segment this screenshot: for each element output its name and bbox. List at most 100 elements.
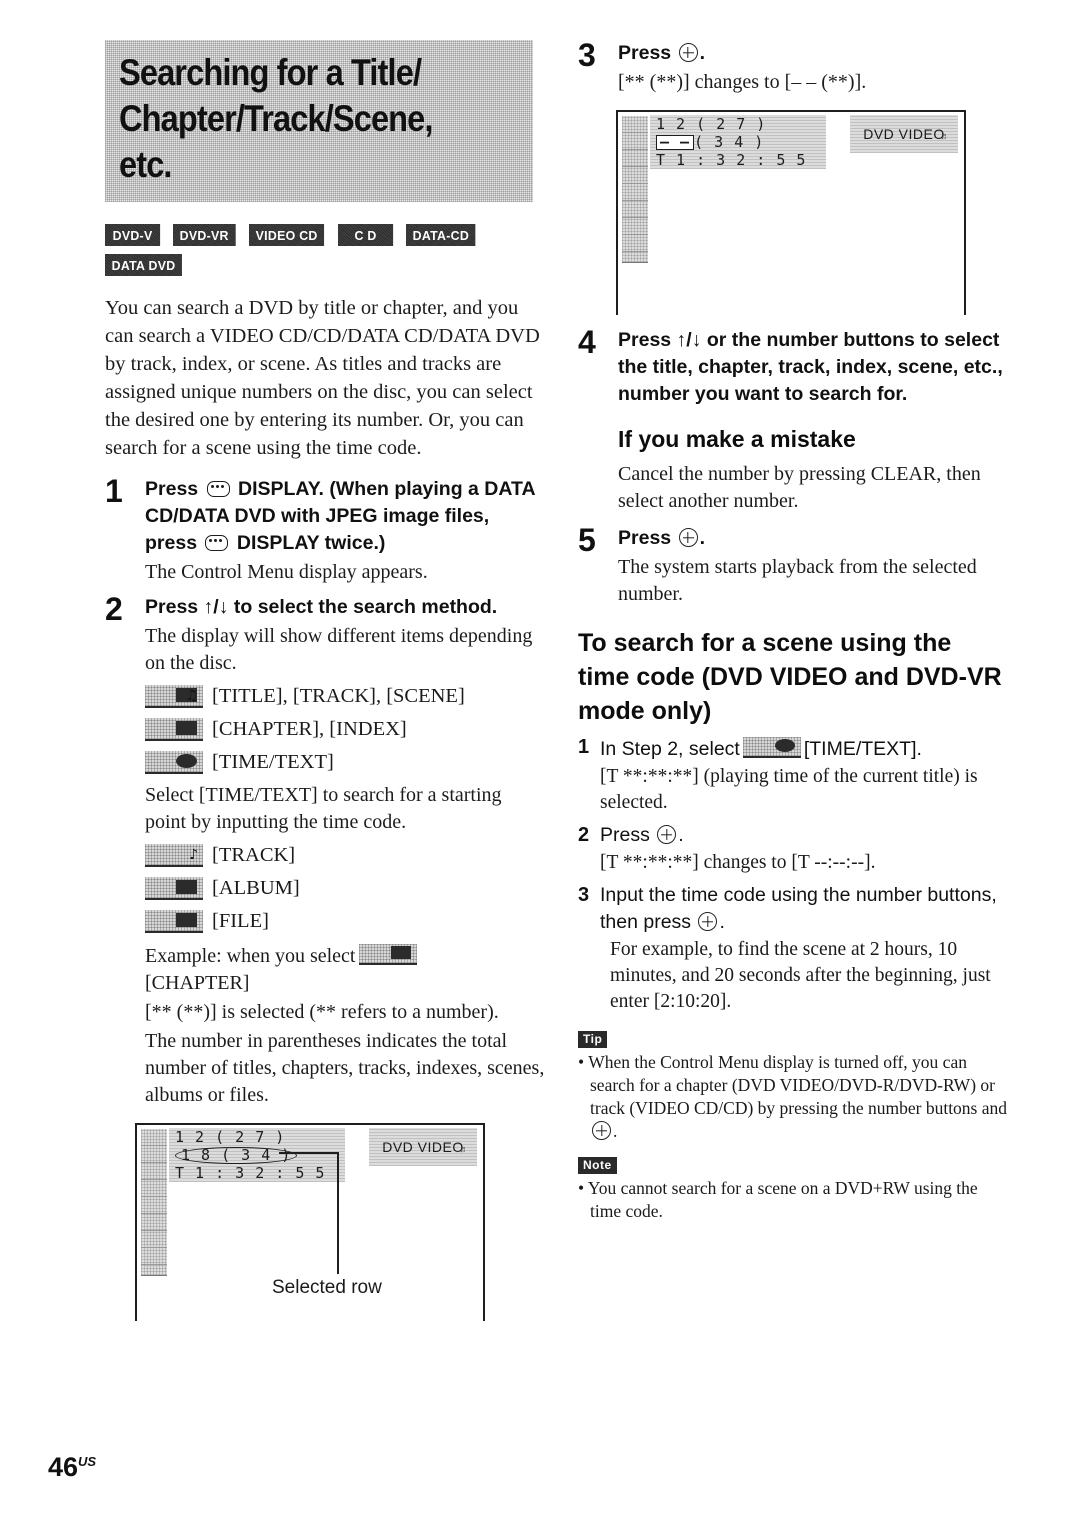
title-track-scene-icon: ♫ <box>145 685 203 708</box>
badge-cd: C D <box>338 224 393 246</box>
search-method-label-time: [TIME/TEXT] <box>212 751 334 773</box>
timecode-substep-1: 1 In Step 2, select [TIME/TEXT]. [T **:**… <box>578 734 1008 816</box>
search-method-label-track: [TRACK] <box>212 844 296 866</box>
tv2-row-1: 1 2 ( 2 7 ) <box>656 115 767 133</box>
tv1-row-1: 1 2 ( 2 7 ) <box>175 1128 286 1146</box>
time-text-inline-icon <box>742 737 801 758</box>
timecode-substep-3-description: For example, to find the scene at 2 hour… <box>610 939 991 1012</box>
timecode-substep-3-title: Input the time code using the number but… <box>600 882 1008 936</box>
timecode-sub3-text-a: Input the time code using the number but… <box>600 884 997 933</box>
timecode-substep-3: 3 Input the time code using the number b… <box>578 882 1008 1015</box>
mistake-block: If you make a mistake Cancel the number … <box>578 424 1008 515</box>
callout-label-selected-row: Selected row <box>272 1277 382 1298</box>
step-3-body: Press . [** (**)] changes to [– – (**)]. <box>618 40 1008 96</box>
search-method-label-chapter: [CHAPTER], [INDEX] <box>212 718 407 740</box>
search-method-label-album: [ALBUM] <box>212 877 300 899</box>
step-1-title-a: Press <box>145 478 199 500</box>
step-5-body: Press . The system starts playback from … <box>618 525 1008 608</box>
tv2-row-2-highlight: – – <box>656 135 695 150</box>
file-icon <box>145 910 203 933</box>
control-menu-sidebar-2 <box>622 116 648 263</box>
step-1: 1 Press DISPLAY. (When playing a DATA CD… <box>105 473 545 586</box>
timecode-substep-2-body: Press . [T **:**:**] changes to [T --:--… <box>600 822 1008 876</box>
folio-number: 46 <box>48 1452 79 1482</box>
timecode-substep-1-title: In Step 2, select [TIME/TEXT]. <box>600 734 1008 763</box>
disc-badge-row-1: DVD-V DVD-VR VIDEO CD C D DATA-CD <box>105 224 545 246</box>
step-1-description: The Control Menu display appears. <box>145 561 428 583</box>
search-method-row-album: [ALBUM] <box>145 875 545 902</box>
step-4-number: 4 <box>578 324 596 360</box>
left-column: Searching for a Title/ Chapter/Track/Sce… <box>105 40 545 1331</box>
mistake-heading: If you make a mistake <box>618 426 856 452</box>
step-3-title-text: Press <box>618 42 672 64</box>
step-2-body: Press ↑/↓ to select the search method. T… <box>145 594 545 1109</box>
control-menu-sidebar <box>141 1129 167 1276</box>
chapter-index-icon <box>145 718 203 741</box>
time-text-icon <box>145 751 203 774</box>
search-method-label-title: [TITLE], [TRACK], [SCENE] <box>212 685 465 707</box>
intro-paragraph: You can search a DVD by title or chapter… <box>105 297 540 459</box>
step-1-title: Press DISPLAY. (When playing a DATA CD/D… <box>145 476 545 557</box>
tip-tag: Tip <box>578 1031 608 1048</box>
page-title-line-1: Searching for a Title/ <box>119 52 422 93</box>
tip-body: • When the Control Menu display is turne… <box>578 1052 1008 1141</box>
control-menu-rows-2: 1 2 ( 2 7 ) – –( 3 4 ) T 1 : 3 2 : 5 5 <box>650 115 826 169</box>
step-5-number: 5 <box>578 522 596 558</box>
timecode-sub2-text-b: . <box>678 824 684 846</box>
tv1-disc-label: DVD VIDEO <box>382 1139 464 1155</box>
timecode-substep-1-number: 1 <box>578 736 590 758</box>
step-5-title-tail: . <box>699 527 705 549</box>
search-method-row-track: ♪ [TRACK] <box>145 842 545 869</box>
time-text-note: Select [TIME/TEXT] to search for a start… <box>145 784 502 833</box>
step-2-description: The display will show different items de… <box>145 625 533 674</box>
timecode-substep-3-body: Input the time code using the number but… <box>600 882 1008 1015</box>
speaker-icon: ♬ <box>459 1144 469 1154</box>
timecode-sub2-text-a: Press <box>600 824 650 846</box>
timecode-substep-3-number: 3 <box>578 884 590 906</box>
example-text-a: Example: when you select <box>145 945 356 967</box>
example-line-2: [CHAPTER] <box>145 972 250 994</box>
badge-video-cd: VIDEO CD <box>249 224 324 246</box>
step-3-title-tail: . <box>699 42 705 64</box>
example-line-4: The number in parentheses indicates the … <box>145 1030 545 1106</box>
example-line-1: Example: when you select <box>145 941 545 970</box>
step-3: 3 Press . [** (**)] changes to [– – (**)… <box>578 37 1008 96</box>
enter-button-icon-5 <box>592 1121 611 1140</box>
tv-illustration-dashes: 1 2 ( 2 7 ) – –( 3 4 ) T 1 : 3 2 : 5 5 ♬… <box>616 110 966 315</box>
tv1-disc-label-box: ♬ DVD VIDEO <box>369 1128 477 1166</box>
folio-region: US <box>78 1454 97 1469</box>
page-title-line-2: Chapter/Track/Scene, <box>119 98 433 139</box>
step-1-number: 1 <box>105 473 123 509</box>
note-block: Note • You cannot search for a scene on … <box>578 1143 1008 1223</box>
timecode-substep-2-description: [T **:**:**] changes to [T --:--:--]. <box>600 852 876 873</box>
step-3-number: 3 <box>578 37 596 73</box>
tv1-row-3: T 1 : 3 2 : 5 5 <box>175 1164 326 1182</box>
example-line-3: [** (**)] is selected (** refers to a nu… <box>145 1001 499 1023</box>
timecode-substep-2-title: Press . <box>600 822 1008 849</box>
step-2-number: 2 <box>105 591 123 627</box>
search-method-label-file: [FILE] <box>212 910 269 932</box>
tv1-row-2: 1 8 ( 3 4 ) <box>175 1146 345 1164</box>
tv1-row-2-highlight: 1 8 ( 3 4 ) <box>175 1147 298 1164</box>
step-5-title-text: Press <box>618 527 672 549</box>
step-4-title: Press ↑/↓ or the number buttons to selec… <box>618 329 1003 405</box>
timecode-sub3-text-b: . <box>719 911 725 933</box>
enter-button-icon <box>678 43 698 62</box>
display-button-icon <box>206 481 230 497</box>
disc-badge-row-2: DATA DVD <box>105 254 545 276</box>
badge-dvd-v: DVD-V <box>105 224 160 246</box>
step-4: 4 Press ↑/↓ or the number buttons to sel… <box>578 324 1008 408</box>
note-tag: Note <box>578 1157 617 1174</box>
step-2: 2 Press ↑/↓ to select the search method.… <box>105 591 545 1109</box>
step-5: 5 Press . The system starts playback fro… <box>578 522 1008 608</box>
enter-button-icon-4 <box>698 912 718 931</box>
display-button-icon-2 <box>205 535 229 551</box>
timecode-substep-2-number: 2 <box>578 824 590 846</box>
timecode-heading: To search for a scene using the time cod… <box>578 629 1002 725</box>
search-method-row-time: [TIME/TEXT] <box>145 749 545 776</box>
badge-data-cd: DATA-CD <box>406 224 476 246</box>
control-menu-rows: 1 2 ( 2 7 ) 1 8 ( 3 4 ) T 1 : 3 2 : 5 5 <box>169 1128 345 1182</box>
step-2-title: Press ↑/↓ to select the search method. <box>145 596 498 618</box>
note-body-text: You cannot search for a scene on a DVD+R… <box>587 1178 978 1221</box>
tip-body-tail: . <box>613 1121 618 1141</box>
